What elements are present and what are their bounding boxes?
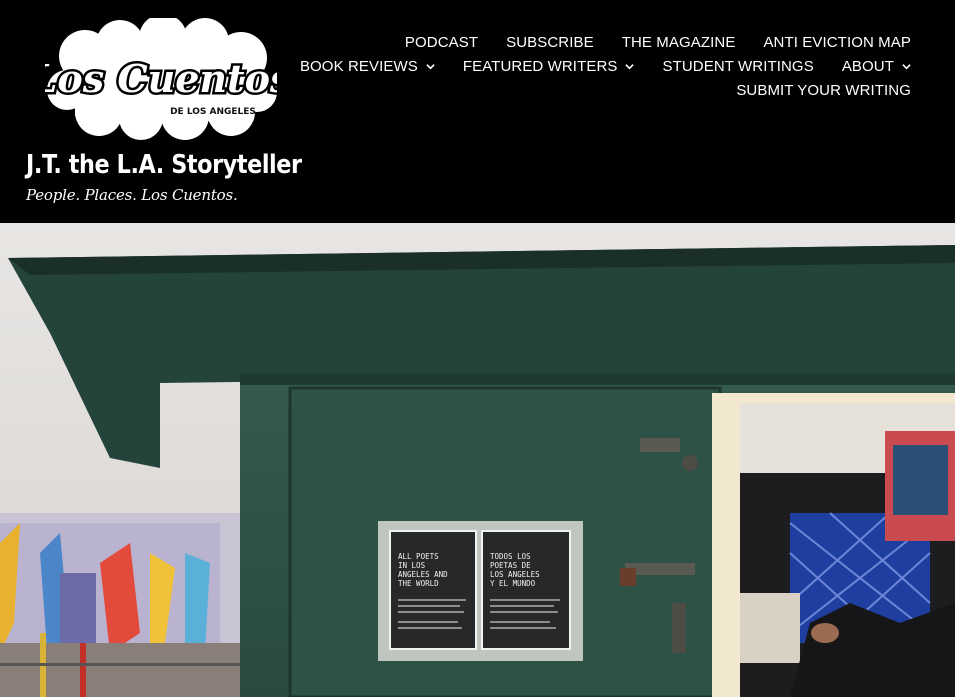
nav-podcast[interactable]: PODCAST	[405, 34, 478, 51]
nav-subscribe[interactable]: SUBSCRIBE	[506, 34, 594, 51]
chevron-down-icon	[625, 63, 635, 69]
nav-featured-writers-label: FEATURED WRITERS	[462, 57, 618, 75]
site-tagline: People. Places. Los Cuentos.	[26, 186, 238, 204]
nav-book-reviews[interactable]: BOOK REVIEWS	[300, 58, 435, 75]
nav-row: SUBMIT YOUR WRITING	[291, 78, 911, 102]
nav-submit-your-writing[interactable]: SUBMIT YOUR WRITING	[736, 82, 911, 99]
hero-image: ALL POETS IN LOS ANGELES AND THE WORLD TODO…	[0, 223, 955, 697]
main-navigation: PODCAST SUBSCRIBE THE MAGAZINE ANTI EVIC…	[291, 30, 911, 102]
chevron-down-icon	[426, 63, 435, 69]
nav-book-reviews-label: BOOK REVIEWS	[299, 57, 418, 75]
chevron-down-icon	[902, 63, 911, 69]
site-logo[interactable]: Los Cuentos DE LOS ANGELES	[45, 18, 277, 140]
nav-student-writings[interactable]: STUDENT WRITINGS	[662, 58, 813, 75]
nav-featured-writers[interactable]: FEATURED WRITERS	[463, 58, 635, 75]
mural-wall	[0, 513, 240, 697]
site-header: Los Cuentos DE LOS ANGELES J.T. the L.A.…	[0, 0, 955, 223]
nav-anti-eviction-map[interactable]: ANTI EVICTION MAP	[763, 34, 911, 51]
nav-about[interactable]: ABOUT	[842, 58, 911, 75]
site-title[interactable]: J.T. the L.A. Storyteller	[26, 150, 302, 180]
nav-row: PODCAST SUBSCRIBE THE MAGAZINE ANTI EVIC…	[291, 30, 911, 54]
posters: ALL POETS IN LOS ANGELES AND THE WORLD TODO…	[378, 521, 583, 661]
logo-wordmark: Los Cuentos	[45, 56, 277, 101]
logo-subtext: DE LOS ANGELES	[170, 107, 256, 117]
nav-row: BOOK REVIEWS FEATURED WRITERS STUDENT WR…	[291, 54, 911, 78]
nav-about-label: ABOUT	[841, 57, 894, 75]
nav-the-magazine[interactable]: THE MAGAZINE	[622, 34, 736, 51]
